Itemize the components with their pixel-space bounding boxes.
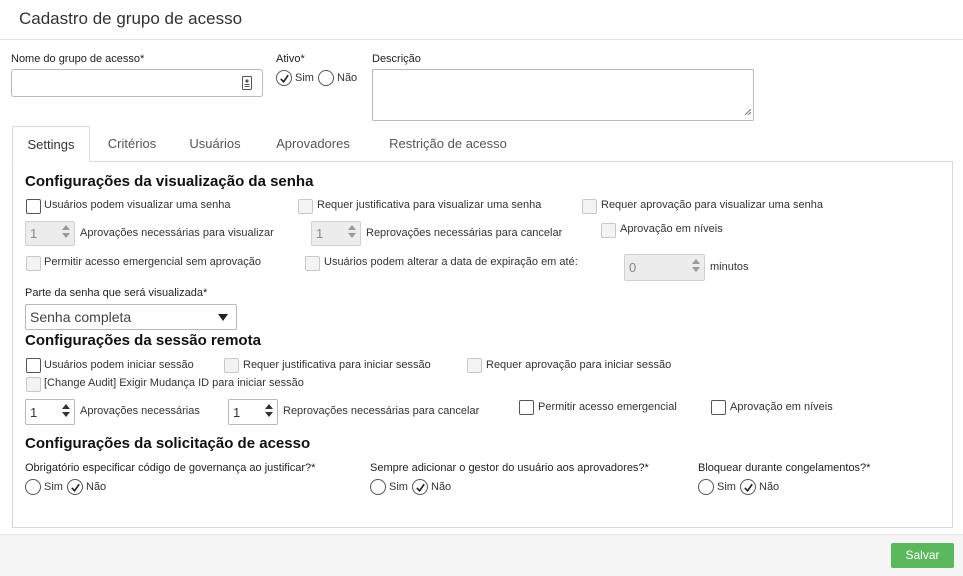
emergency-access-session-label: Permitir acesso emergencial [538,401,677,413]
session-rejections-stepper[interactable]: 1 [228,399,278,425]
session-rejections-label: Reprovações necessárias para cancelar [283,405,480,417]
freeze-block-yes-radio[interactable] [698,479,714,495]
emergency-access-session-checkbox[interactable] [519,400,534,415]
freeze-block-no-label: Não [759,481,780,493]
minutes-label: minutos [710,261,749,273]
increment-icon[interactable] [265,404,273,409]
password-part-value: Senha completa [30,309,132,325]
footer-bar [0,534,963,576]
password-view-section-title: Configurações da visualização da senha [25,173,314,190]
increment-icon[interactable] [348,225,356,230]
manager-approver-yes-radio[interactable] [370,479,386,495]
resize-handle-icon[interactable] [744,106,752,118]
freeze-block-yes-label: Sim [717,481,736,493]
view-rejections-value: 1 [316,226,324,241]
view-rejections-label: Reprovações necessárias para cancelar [366,227,563,239]
emergency-access-view-label: Permitir acesso emergencial sem aprovaçã… [44,256,262,268]
change-expiration-checkbox[interactable] [305,256,320,271]
manager-approver-yes-label: Sim [389,481,408,493]
users-can-view-label: Usuários podem visualizar uma senha [44,199,231,211]
freeze-block-no-radio[interactable] [740,479,756,495]
require-approval-session-checkbox[interactable] [467,358,482,373]
page-title: Cadastro de grupo de acesso [19,9,243,28]
decrement-icon[interactable] [348,233,356,238]
decrement-icon[interactable] [265,412,273,417]
check-icon [743,483,753,492]
check-icon [279,74,289,83]
governance-code-yes-label: Sim [44,481,63,493]
save-button[interactable]: Salvar [891,543,954,568]
increment-icon[interactable] [692,259,700,264]
access-request-section-title: Configurações da solicitação de acesso [25,435,311,452]
tab-criterios[interactable]: Critérios [98,126,166,162]
check-icon [415,483,425,492]
expiration-minutes-value: 0 [629,260,637,275]
active-label: Ativo* [276,53,305,65]
governance-code-no-label: Não [86,481,107,493]
governance-code-yes-radio[interactable] [25,479,41,495]
view-rejections-stepper[interactable]: 1 [311,221,361,246]
view-approval-levels-checkbox[interactable] [601,223,616,238]
increment-icon[interactable] [62,225,70,230]
active-no-radio[interactable] [318,70,334,86]
emergency-access-view-checkbox[interactable] [26,256,41,271]
change-audit-checkbox[interactable] [26,377,41,392]
group-name-input[interactable] [11,69,263,97]
session-approvals-stepper[interactable]: 1 [25,399,75,425]
chevron-down-icon [218,314,228,321]
session-approvals-label: Aprovações necessárias [80,405,200,417]
require-justification-session-label: Requer justificativa para iniciar sessão [243,359,431,371]
check-icon [70,483,80,492]
decrement-icon[interactable] [62,233,70,238]
contact-card-icon [242,76,252,93]
governance-code-label: Obrigatório especificar código de govern… [25,462,316,474]
change-expiration-label: Usuários podem alterar a data de expiraç… [324,256,578,268]
manager-approver-no-label: Não [431,481,452,493]
freeze-block-label: Bloquear durante congelamentos?* [698,462,871,474]
active-yes-label: Sim [295,72,314,84]
require-approval-session-label: Requer aprovação para iniciar sessão [486,359,672,371]
expiration-minutes-stepper[interactable]: 0 [624,254,705,281]
require-justification-view-checkbox[interactable] [298,199,313,214]
password-part-label: Parte da senha que será visualizada* [25,287,208,299]
active-yes-radio[interactable] [276,70,292,86]
session-rejections-value: 1 [233,404,241,420]
description-label: Descrição [372,53,421,65]
tab-aprovadores[interactable]: Aprovadores [264,126,362,162]
manager-approver-label: Sempre adicionar o gestor do usuário aos… [370,462,649,474]
view-approval-levels-label: Aprovação em níveis [620,223,723,235]
view-approvals-stepper[interactable]: 1 [25,221,75,246]
session-approval-levels-checkbox[interactable] [711,400,726,415]
users-can-start-session-checkbox[interactable] [26,358,41,373]
tab-settings[interactable]: Settings [12,126,90,162]
view-approvals-value: 1 [30,226,38,241]
require-approval-view-checkbox[interactable] [582,199,597,214]
password-part-select[interactable]: Senha completa [25,304,237,330]
group-name-label: Nome do grupo de acesso* [11,53,145,65]
users-can-start-session-label: Usuários podem iniciar sessão [44,359,194,371]
require-justification-view-label: Requer justificativa para visualizar uma… [317,199,542,211]
decrement-icon[interactable] [692,267,700,272]
decrement-icon[interactable] [62,412,70,417]
users-can-view-checkbox[interactable] [26,199,41,214]
session-approvals-value: 1 [30,404,38,420]
remote-session-section-title: Configurações da sessão remota [25,332,261,349]
description-textarea[interactable] [372,69,754,121]
increment-icon[interactable] [62,404,70,409]
manager-approver-no-radio[interactable] [412,479,428,495]
change-audit-label: [Change Audit] Exigir Mudança ID para in… [44,377,304,389]
require-approval-view-label: Requer aprovação para visualizar uma sen… [601,199,823,211]
require-justification-session-checkbox[interactable] [224,358,239,373]
tab-usuarios[interactable]: Usuários [180,126,250,162]
active-no-label: Não [337,72,358,84]
session-approval-levels-label: Aprovação em níveis [730,401,833,413]
governance-code-no-radio[interactable] [67,479,83,495]
tab-restricao-acesso[interactable]: Restrição de acesso [376,126,520,162]
view-approvals-label: Aprovações necessárias para visualizar [80,227,274,239]
